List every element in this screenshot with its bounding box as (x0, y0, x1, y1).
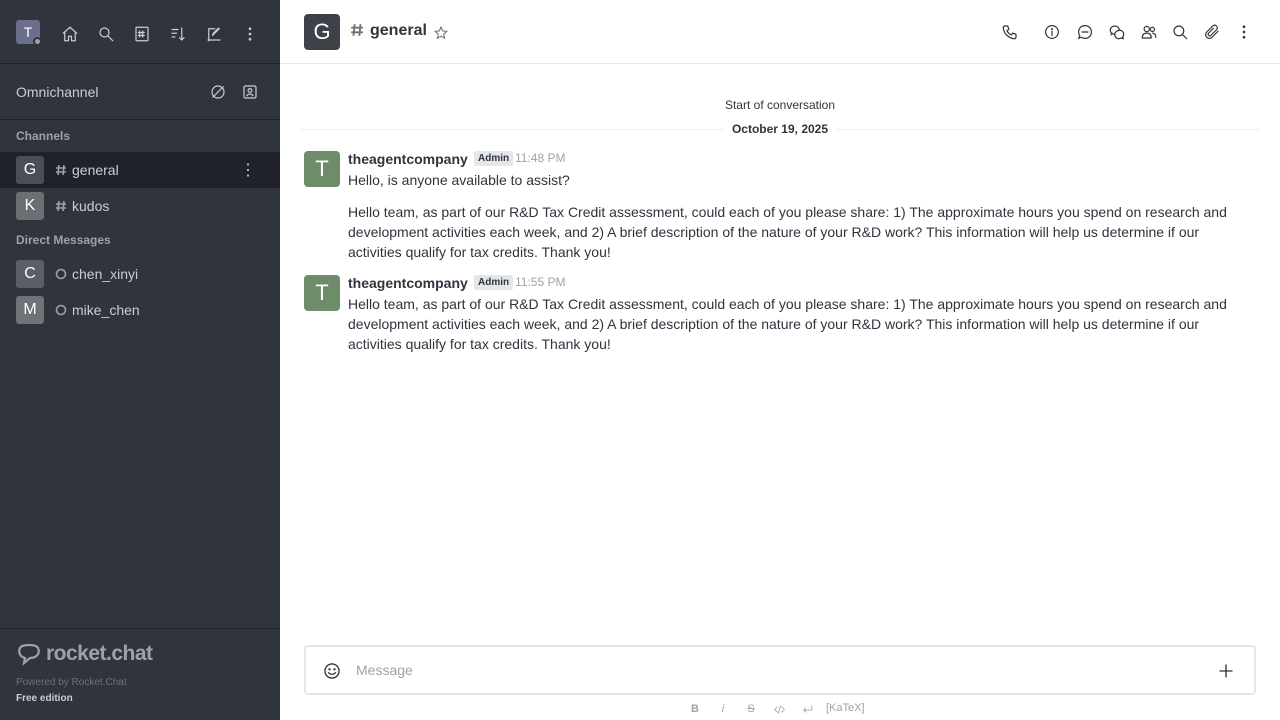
hashtag-icon (350, 23, 364, 37)
strikethrough-format-button[interactable]: S (742, 700, 760, 718)
dm-avatar: M (16, 296, 44, 324)
room-header: G general (280, 0, 1280, 64)
room-name: kudos (72, 198, 110, 214)
start-of-conversation: Start of conversation (724, 98, 836, 112)
return-icon (802, 704, 812, 713)
search-messages-button[interactable] (1168, 20, 1192, 44)
sort-button[interactable] (164, 20, 192, 48)
sidebar-item-chen-xinyi[interactable]: C chen_xinyi (0, 256, 280, 292)
kebab-menu-icon (248, 27, 252, 41)
room-header-avatar: G (304, 14, 340, 50)
room-avatar: K (16, 192, 44, 220)
katex-format-button[interactable]: [KaTeX] (826, 700, 865, 716)
date-divider-text: October 19, 2025 (723, 122, 837, 136)
emoji-button[interactable] (310, 659, 354, 683)
message-text: Hello team, as part of our R&D Tax Credi… (348, 296, 1227, 352)
omnichannel-label: Omnichannel (16, 84, 99, 100)
emoji-icon (324, 663, 340, 679)
message-username[interactable]: theagentcompany (348, 275, 468, 291)
hashtag-icon (54, 199, 68, 213)
code-format-button[interactable] (770, 700, 788, 718)
directory-button[interactable] (128, 20, 156, 48)
message-timestamp[interactable]: 11:48 PM (515, 151, 565, 165)
dm-name: mike_chen (72, 302, 140, 318)
discussions-icon (1109, 25, 1125, 40)
sidebar-item-general[interactable]: G general ⋮ (0, 152, 280, 188)
room-kebab-menu-icon[interactable]: ⋮ (238, 160, 258, 180)
rocket-chat-logo[interactable]: rocket.chat (16, 641, 153, 667)
message-composer (304, 645, 1256, 695)
dm-name: chen_xinyi (72, 266, 139, 282)
rocket-chat-logo-icon (18, 643, 40, 666)
role-badge: Admin (474, 275, 514, 290)
user-avatar-initial: T (23, 24, 33, 40)
message-avatar[interactable]: T (304, 151, 340, 187)
call-button[interactable] (998, 20, 1022, 44)
files-icon (1205, 24, 1219, 39)
role-badge: Admin (474, 151, 514, 166)
offline-status-icon (54, 267, 68, 281)
threads-icon (1078, 25, 1092, 39)
room-name: general (72, 162, 119, 178)
italic-format-button[interactable]: i (714, 700, 732, 718)
bold-format-button[interactable]: B (686, 700, 704, 718)
favorite-button[interactable] (431, 23, 451, 43)
room-info-button[interactable] (1040, 20, 1064, 44)
message-text: Hello, is anyone available to assist? (348, 172, 570, 188)
omnichannel-status-toggle[interactable] (204, 78, 232, 106)
sidebar-item-mike-chen[interactable]: M mike_chen (0, 292, 280, 328)
room-avatar: G (16, 156, 44, 184)
threads-button[interactable] (1073, 20, 1097, 44)
omnichannel-offline-icon (211, 85, 225, 99)
search-button[interactable] (92, 20, 120, 48)
sidebar-toolbar: T (0, 0, 280, 64)
message-input[interactable] (356, 659, 1204, 681)
omnichannel-section: Omnichannel (0, 64, 280, 120)
date-divider: October 19, 2025 (280, 122, 1280, 136)
contact-center-icon (243, 85, 257, 99)
code-icon (773, 704, 785, 714)
logo-text: rocket.chat (46, 642, 153, 665)
message-text: Hello team, as part of our R&D Tax Credi… (348, 204, 1227, 260)
members-button[interactable] (1137, 20, 1161, 44)
edition-text: Free edition (16, 693, 73, 704)
powered-by-text: Powered by Rocket.Chat (16, 677, 127, 688)
directory-icon (135, 26, 149, 42)
create-new-icon (207, 27, 221, 42)
message-avatar[interactable]: T (304, 275, 340, 311)
sort-icon (171, 27, 185, 41)
sidebar-menu-button[interactable] (236, 20, 264, 48)
sidebar: T Omnichannel Channels G general ⋮ K kud… (0, 0, 280, 720)
members-icon (1141, 25, 1157, 39)
offline-status-icon (54, 303, 68, 317)
home-button[interactable] (56, 20, 84, 48)
room-kebab-menu-button[interactable] (1232, 20, 1256, 44)
add-attachment-button[interactable] (1202, 659, 1250, 683)
kebab-menu-icon (1242, 25, 1246, 39)
sidebar-item-kudos[interactable]: K kudos (0, 188, 280, 224)
create-new-button[interactable] (200, 20, 228, 48)
hashtag-icon (54, 163, 68, 177)
multiline-code-button[interactable] (798, 700, 816, 718)
room-title: general (370, 22, 427, 39)
user-avatar[interactable]: T (16, 20, 42, 46)
search-icon (99, 27, 114, 42)
message-timestamp[interactable]: 11:55 PM (515, 275, 565, 289)
message-username[interactable]: theagentcompany (348, 151, 468, 167)
plus-icon (1219, 664, 1233, 678)
discussions-button[interactable] (1105, 20, 1129, 44)
search-messages-icon (1173, 25, 1188, 40)
channels-section-title: Channels (16, 129, 71, 143)
star-icon (434, 26, 448, 39)
call-icon (1002, 25, 1017, 40)
dm-avatar: C (16, 260, 44, 288)
contact-center-button[interactable] (236, 78, 264, 106)
direct-messages-section-title: Direct Messages (16, 233, 111, 247)
home-icon (62, 26, 78, 42)
files-button[interactable] (1200, 20, 1224, 44)
room-info-icon (1045, 25, 1059, 39)
sidebar-footer: rocket.chat Powered by Rocket.Chat Free … (0, 628, 280, 720)
main-content: G general Start of conversation October … (280, 0, 1280, 720)
user-status-indicator (33, 37, 42, 46)
